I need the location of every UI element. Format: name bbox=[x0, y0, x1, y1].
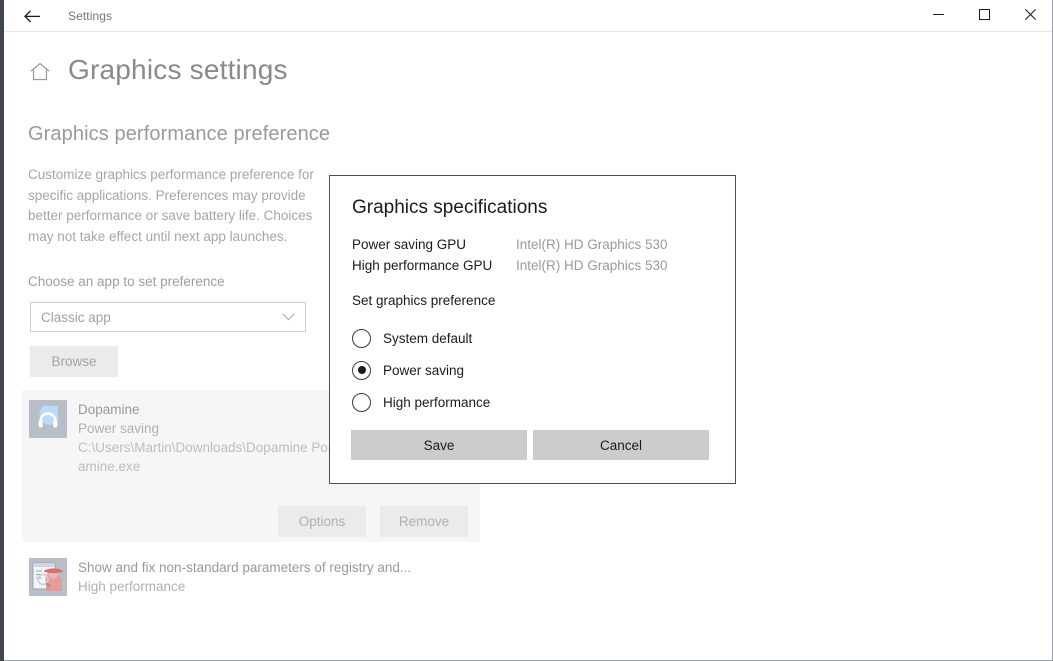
app-type-select-value: Classic app bbox=[41, 309, 111, 325]
list-item-name: Show and fix non-standard parameters of … bbox=[78, 560, 412, 575]
table-row: High performance GPU Intel(R) HD Graphic… bbox=[352, 255, 668, 276]
remove-button[interactable]: Remove bbox=[380, 506, 468, 537]
radio-label: Power saving bbox=[383, 362, 465, 378]
graphics-specifications-dialog: Graphics specifications Power saving GPU… bbox=[329, 175, 736, 484]
radio-label: System default bbox=[383, 330, 473, 346]
save-button[interactable]: Save bbox=[351, 430, 527, 460]
list-item[interactable]: Show and fix non-standard parameters of … bbox=[22, 550, 480, 612]
settings-window: Settings Graphics settings Graphics perf… bbox=[4, 0, 1053, 661]
spec-value: Intel(R) HD Graphics 530 bbox=[516, 237, 668, 252]
page-title: Graphics settings bbox=[68, 54, 288, 85]
radio-selected-icon bbox=[352, 360, 371, 380]
dialog-button-row: Save Cancel bbox=[351, 430, 709, 460]
section-description: Customize graphics performance preferenc… bbox=[28, 167, 314, 244]
gpu-specs-table: Power saving GPU Intel(R) HD Graphics 53… bbox=[352, 234, 668, 276]
spec-key: High performance GPU bbox=[352, 258, 493, 273]
app-type-select[interactable]: Classic app bbox=[30, 302, 306, 332]
section-title: Graphics performance preference bbox=[28, 123, 331, 145]
table-row: Power saving GPU Intel(R) HD Graphics 53… bbox=[352, 234, 668, 255]
list-item-actions: Options Remove bbox=[278, 506, 468, 537]
dialog-title: Graphics specifications bbox=[352, 197, 548, 218]
spec-value: Intel(R) HD Graphics 530 bbox=[516, 258, 668, 273]
dopamine-headphones-icon bbox=[29, 400, 67, 438]
set-preference-label: Set graphics preference bbox=[352, 293, 496, 308]
radio-icon bbox=[352, 328, 371, 348]
radio-icon bbox=[352, 392, 371, 412]
radio-system-default[interactable]: System default bbox=[352, 322, 490, 354]
browse-button[interactable]: Browse bbox=[30, 346, 118, 377]
radio-power-saving[interactable]: Power saving bbox=[352, 354, 490, 386]
cancel-button[interactable]: Cancel bbox=[533, 430, 709, 460]
chevron-down-icon bbox=[282, 313, 295, 321]
options-button[interactable]: Options bbox=[278, 506, 366, 537]
registry-detective-icon bbox=[29, 558, 67, 596]
spec-key: Power saving GPU bbox=[352, 237, 467, 252]
radio-high-performance[interactable]: High performance bbox=[352, 386, 490, 418]
radio-label: High performance bbox=[383, 394, 491, 410]
list-item-preference: High performance bbox=[78, 579, 186, 594]
choose-app-label: Choose an app to set preference bbox=[28, 274, 225, 289]
graphics-preference-radio-group: System default Power saving High perform… bbox=[352, 322, 490, 418]
home-icon[interactable] bbox=[28, 60, 52, 86]
list-item-texts: Show and fix non-standard parameters of … bbox=[78, 558, 478, 596]
settings-window-screen: Settings Graphics settings Graphics perf… bbox=[0, 0, 1053, 661]
